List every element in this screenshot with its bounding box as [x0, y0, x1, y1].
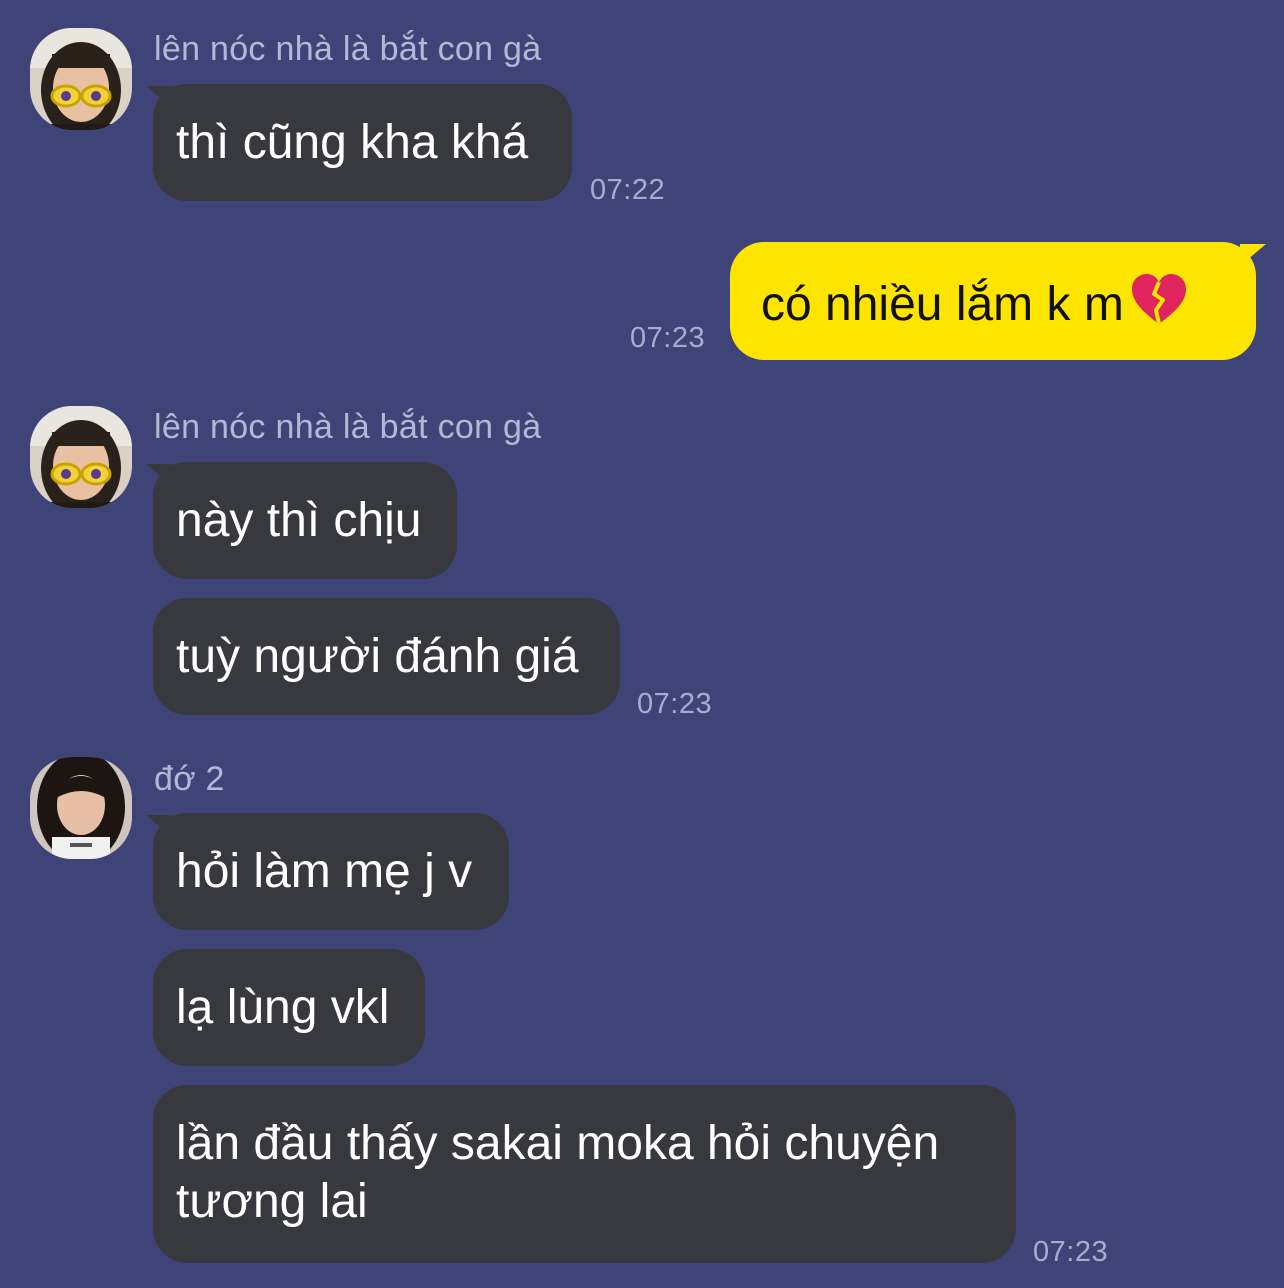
sender-name: lên nóc nhà là bắt con gà [154, 30, 542, 68]
message-timestamp: 07:23 [1033, 1236, 1109, 1268]
message-bubble[interactable]: thì cũng kha khá [153, 84, 572, 201]
avatar-photo-icon [30, 757, 132, 859]
outgoing-message-bubble[interactable]: có nhiều lắm k m [730, 242, 1256, 360]
chat-screen: { "messages": [ { "sender": "lên nóc nhà… [0, 0, 1284, 1288]
avatar-sender-1[interactable] [30, 28, 132, 130]
avatar-photo-icon [30, 406, 132, 508]
message-bubble[interactable]: này thì chịu [153, 462, 457, 579]
broken-heart-icon [1130, 272, 1188, 340]
message-bubble[interactable]: hỏi làm mẹ j v [153, 813, 509, 930]
message-bubble[interactable]: tuỳ người đánh giá [153, 598, 620, 715]
sender-name: đớ 2 [154, 760, 225, 798]
message-bubble[interactable]: lần đầu thấy sakai moka hỏi chuyện tương… [153, 1085, 1016, 1263]
message-timestamp: 07:22 [590, 174, 666, 206]
message-timestamp: 07:23 [630, 322, 706, 354]
sender-name: lên nóc nhà là bắt con gà [154, 408, 542, 446]
message-timestamp: 07:23 [637, 688, 713, 720]
avatar-sender-2[interactable] [30, 757, 132, 859]
message-bubble[interactable]: lạ lùng vkl [153, 949, 425, 1066]
bubble-tail [1240, 244, 1266, 266]
avatar-sender-1[interactable] [30, 406, 132, 508]
avatar-photo-icon [30, 28, 132, 130]
message-text: có nhiều lắm k m [761, 278, 1124, 331]
